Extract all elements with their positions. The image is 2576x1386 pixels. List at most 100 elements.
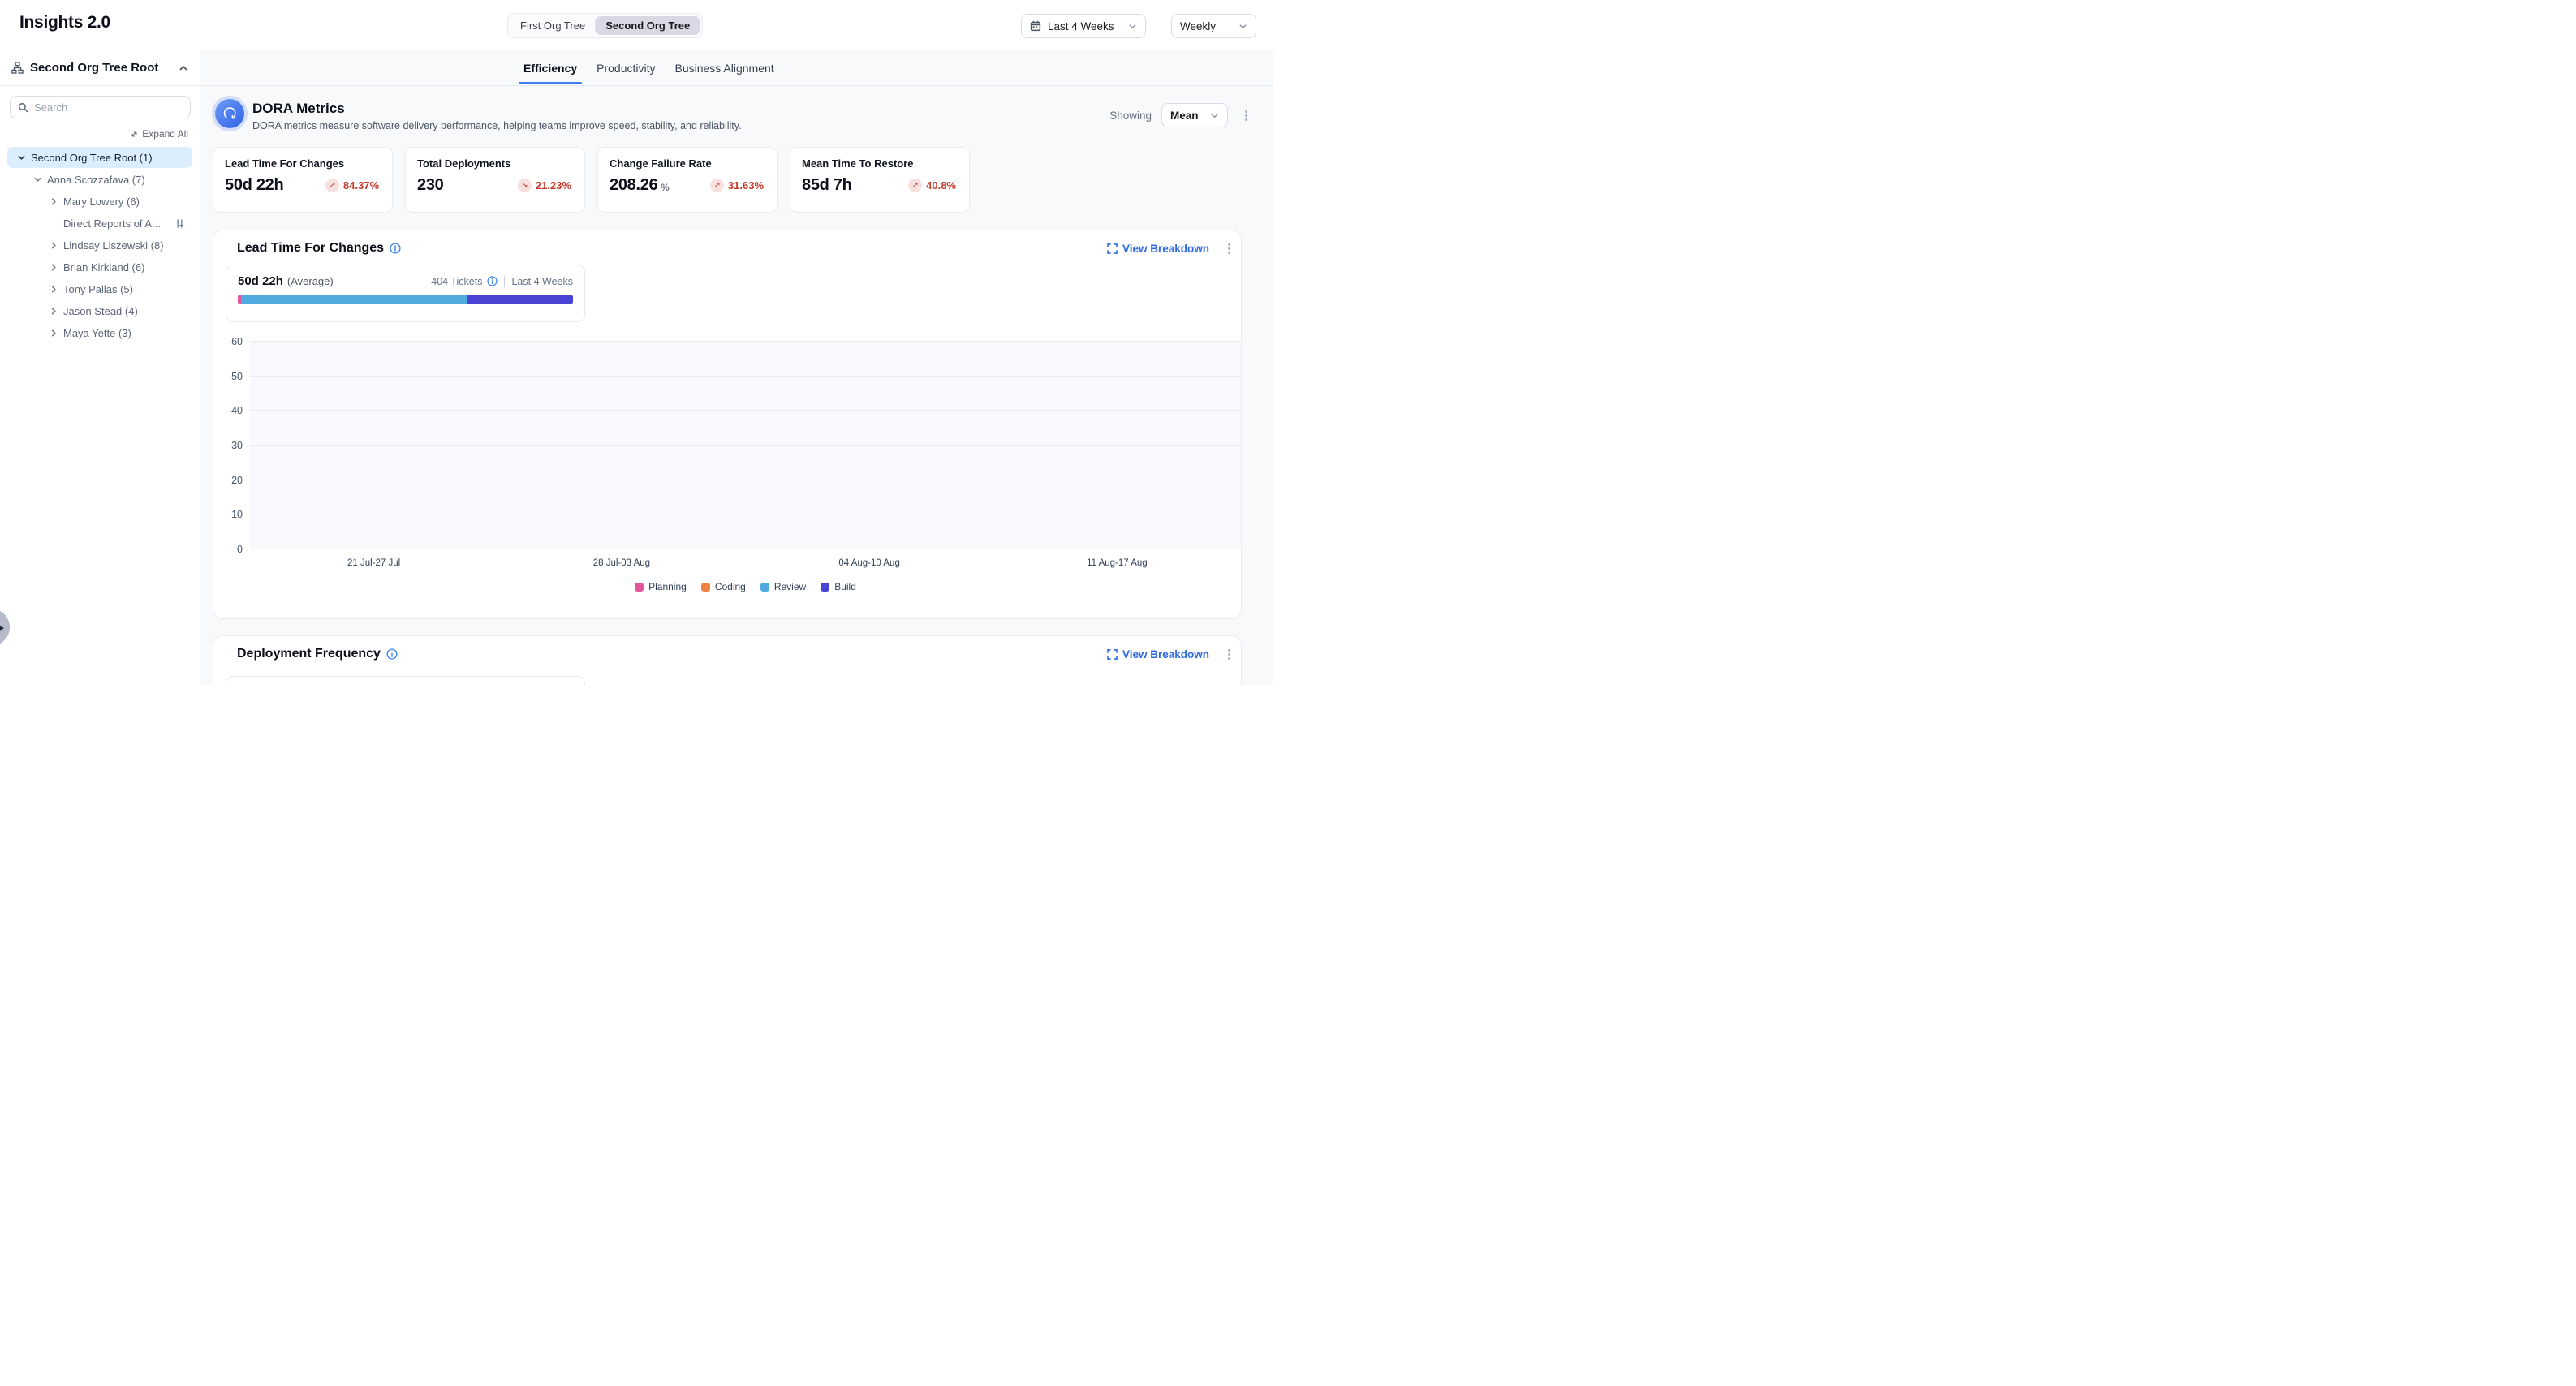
- info-icon[interactable]: [390, 243, 401, 254]
- tree-item-label: Brian Kirkland (6): [63, 261, 144, 273]
- legend-label: Planning: [648, 581, 687, 592]
- expand-view-icon: [1107, 649, 1118, 660]
- metric-value: 230: [417, 176, 443, 195]
- tabs-bar: Efficiency Productivity Business Alignment: [200, 50, 1273, 86]
- lead-time-title: Lead Time For Changes: [237, 241, 384, 256]
- chevron-right-icon[interactable]: [50, 241, 63, 250]
- metric-value: 208.26: [610, 176, 657, 195]
- x-tick-label: 04 Aug-10 Aug: [838, 558, 899, 568]
- expand-all-icon: [130, 130, 139, 139]
- chevron-down-icon[interactable]: [33, 175, 47, 184]
- search-input[interactable]: [34, 101, 183, 114]
- legend-item-review: Review: [760, 581, 806, 592]
- phase-distribution-bar: [238, 295, 573, 304]
- org-tree: Second Org Tree Root (1) Anna Scozzafava …: [0, 147, 200, 344]
- deployment-frequency-title: Deployment Frequency: [237, 647, 381, 661]
- phase-segment-review: [241, 295, 467, 304]
- x-tick-label: 21 Jul-27 Jul: [347, 558, 400, 568]
- chevron-down-icon[interactable]: [17, 153, 31, 162]
- kebab-menu-icon[interactable]: ⋮: [1238, 108, 1255, 123]
- section-actions: View Breakdown ⋮: [1107, 647, 1238, 662]
- gridline-40: [250, 410, 1241, 411]
- org-toggle-second-org-tree[interactable]: Second Org Tree: [596, 16, 700, 35]
- chevron-right-icon[interactable]: [50, 329, 63, 338]
- tree-item-jason-stead-4[interactable]: Jason Stead (4): [7, 300, 192, 321]
- active-tab-underline: [519, 82, 582, 85]
- tree-item-label: Maya Yette (3): [63, 327, 131, 339]
- org-toggle-first-org-tree[interactable]: First Org Tree: [510, 16, 595, 35]
- tree-item-label: Mary Lowery (6): [63, 196, 140, 208]
- legend-label: Build: [834, 581, 856, 592]
- deployment-summary-card: [226, 676, 585, 685]
- chevron-right-icon[interactable]: [50, 263, 63, 272]
- main-content: Efficiency Productivity Business Alignment…: [200, 50, 1273, 685]
- info-icon[interactable]: [386, 648, 398, 660]
- metric-card-title: Change Failure Rate: [610, 157, 764, 170]
- lead-time-chart-plot: [250, 342, 1241, 549]
- chart-y-axis: 0102030405060: [213, 342, 243, 549]
- tab-label: Efficiency: [523, 62, 577, 75]
- date-range-dropdown[interactable]: Last 4 Weeks: [1021, 14, 1146, 38]
- y-tick-label: 50: [231, 371, 243, 382]
- summary-period: Last 4 Weeks: [511, 276, 573, 287]
- showing-label: Showing: [1109, 110, 1152, 122]
- tree-item-tony-pallas-5[interactable]: Tony Pallas (5): [7, 278, 192, 299]
- metric-card-title: Total Deployments: [417, 157, 571, 170]
- tree-item-maya-yette-3[interactable]: Maya Yette (3): [7, 322, 192, 343]
- view-breakdown-button[interactable]: View Breakdown: [1107, 243, 1209, 255]
- tab-productivity[interactable]: Productivity: [595, 50, 657, 86]
- triangle-right-icon: ▶: [0, 622, 4, 633]
- chevron-up-icon[interactable]: [179, 63, 188, 73]
- tabs: Efficiency Productivity Business Alignment: [522, 50, 776, 86]
- tree-item-second-org-tree-root-1[interactable]: Second Org Tree Root (1): [7, 147, 192, 168]
- chevron-right-icon[interactable]: [50, 285, 63, 294]
- tree-item-anna-scozzafava-7[interactable]: Anna Scozzafava (7): [7, 169, 192, 190]
- tree-item-label: Second Org Tree Root (1): [31, 152, 153, 164]
- chevron-right-icon[interactable]: [50, 197, 63, 206]
- legend-swatch: [760, 583, 769, 592]
- tree-item-brian-kirkland-6[interactable]: Brian Kirkland (6): [7, 256, 192, 278]
- filter-icon[interactable]: [174, 218, 185, 229]
- expand-all-button[interactable]: Expand All: [130, 128, 188, 140]
- info-icon[interactable]: [487, 276, 498, 286]
- view-breakdown-button[interactable]: View Breakdown: [1107, 648, 1209, 661]
- dora-metrics-title: DORA Metrics: [252, 101, 345, 117]
- granularity-dropdown[interactable]: Weekly: [1171, 14, 1256, 38]
- dora-metrics-icon: [215, 99, 244, 128]
- y-tick-label: 0: [237, 544, 243, 555]
- org-tree-toggle: First Org TreeSecond Org Tree: [507, 13, 703, 38]
- dora-metrics-description: DORA metrics measure software delivery p…: [252, 120, 742, 131]
- chevron-right-icon[interactable]: [50, 307, 63, 316]
- metric-card-value-row: 230 ↘21.23%: [417, 176, 571, 195]
- tab-efficiency[interactable]: Efficiency: [522, 50, 579, 86]
- summary-meta: 404 Tickets Last 4 Weeks: [431, 276, 573, 287]
- delta-percent: 21.23%: [536, 179, 571, 192]
- legend-item-coding: Coding: [701, 581, 746, 592]
- summary-top: 50d 22h (Average) 404 Tickets Last 4 Wee…: [238, 274, 573, 288]
- tree-item-label: Anna Scozzafava (7): [47, 174, 145, 186]
- tab-business-alignment[interactable]: Business Alignment: [674, 50, 776, 86]
- sidebar-root-title: Second Org Tree Root: [30, 61, 172, 75]
- tree-item-direct-reports-of-a[interactable]: Direct Reports of A...: [7, 213, 192, 234]
- delta-badge: ↘21.23%: [518, 179, 571, 192]
- kebab-menu-icon[interactable]: ⋮: [1221, 241, 1238, 256]
- chevron-down-icon: [1238, 22, 1247, 31]
- aggregation-dropdown[interactable]: Mean: [1161, 103, 1228, 127]
- granularity-value: Weekly: [1180, 20, 1216, 32]
- aggregation-value: Mean: [1170, 110, 1199, 122]
- search-icon: [18, 102, 28, 113]
- legend-swatch: [821, 583, 829, 592]
- legend-label: Review: [774, 581, 806, 592]
- delta-badge: ↗40.8%: [908, 179, 956, 192]
- divider: [504, 276, 505, 287]
- tree-item-mary-lowery-6[interactable]: Mary Lowery (6): [7, 191, 192, 212]
- tree-item-label: Jason Stead (4): [63, 305, 138, 317]
- insights-dashboard: Insights 2.0 First Org TreeSecond Org Tr…: [0, 0, 1273, 685]
- y-tick-label: 60: [231, 336, 243, 347]
- tree-item-lindsay-liszewski-8[interactable]: Lindsay Liszewski (8): [7, 235, 192, 256]
- chevron-down-icon: [1128, 22, 1137, 31]
- deployment-frequency-section: Deployment Frequency View Breakdown ⋮: [213, 635, 1242, 685]
- metric-card-lead-time-for-changes: Lead Time For Changes50d 22h↗84.37%: [213, 147, 393, 213]
- kebab-menu-icon[interactable]: ⋮: [1221, 647, 1238, 662]
- metric-card-total-deployments: Total Deployments 230 ↘21.23%: [405, 147, 585, 213]
